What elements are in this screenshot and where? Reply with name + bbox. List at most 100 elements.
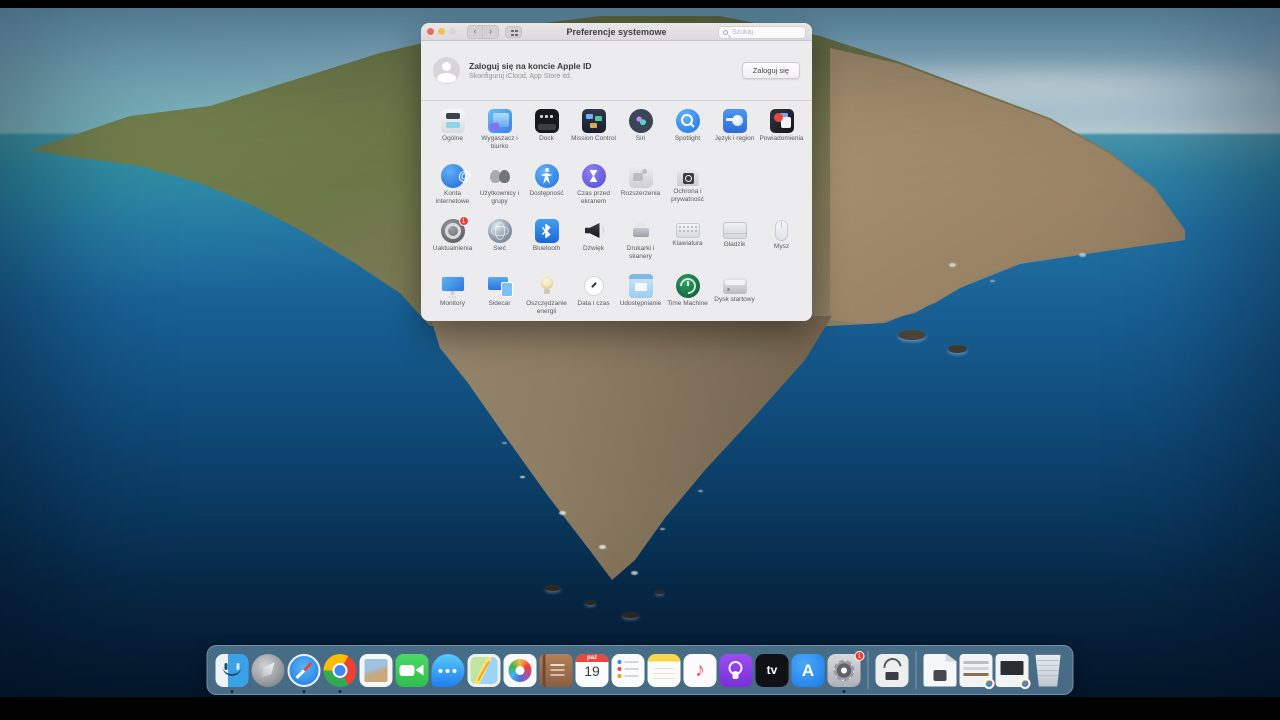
pref-item-notifications[interactable]: Powiadomienia bbox=[758, 109, 805, 159]
pref-item-mission[interactable]: Mission Control bbox=[570, 109, 617, 159]
pref-item-sound[interactable]: Dźwięk bbox=[570, 219, 617, 269]
dock-item-notes[interactable] bbox=[647, 653, 681, 687]
search-field[interactable] bbox=[718, 25, 806, 39]
dock-item-facetime[interactable] bbox=[395, 653, 429, 687]
tv-icon bbox=[755, 653, 789, 687]
pref-item-internet[interactable]: Konta internetowe bbox=[429, 164, 477, 214]
pref-item-network[interactable]: Sieć bbox=[476, 219, 523, 269]
dock-item-tv[interactable] bbox=[755, 653, 789, 687]
pref-item-bluetooth[interactable]: Bluetooth bbox=[523, 219, 570, 269]
dock-item-safari[interactable] bbox=[287, 653, 321, 693]
pref-item-language[interactable]: Język i region bbox=[711, 109, 758, 159]
sign-in-button[interactable]: Zaloguj się bbox=[741, 62, 800, 79]
pref-label: Dostępność bbox=[529, 190, 564, 197]
pref-label: Spotlight bbox=[674, 135, 701, 142]
islet bbox=[585, 600, 596, 605]
pref-item-keyboard[interactable]: Klawiatura bbox=[664, 219, 711, 269]
pref-label: Monitory bbox=[440, 300, 465, 307]
pref-item-security[interactable]: Ochrona i prywatność bbox=[664, 164, 711, 214]
pref-item-dock[interactable]: Dock bbox=[523, 109, 570, 159]
pref-item-displays[interactable]: Monitory bbox=[429, 274, 476, 324]
titlebar[interactable]: ‹ › Preferencje systemowe bbox=[421, 23, 812, 41]
zoom-button[interactable] bbox=[449, 28, 456, 35]
dock-item-messages[interactable] bbox=[431, 653, 465, 687]
surf-foam bbox=[520, 476, 525, 478]
timemachine-icon bbox=[675, 274, 700, 298]
pref-label: Mysz bbox=[773, 243, 790, 250]
dock-icon bbox=[534, 109, 559, 133]
dock-item-chrome[interactable] bbox=[323, 653, 357, 693]
pref-item-extensions[interactable]: Rozszerzenia bbox=[617, 164, 664, 214]
dock-item-hwtool[interactable] bbox=[875, 653, 909, 687]
displays-icon bbox=[441, 274, 465, 298]
grid-icon bbox=[511, 29, 514, 32]
calendar-day: 19 bbox=[584, 662, 600, 679]
dock-item-launchpad[interactable] bbox=[251, 653, 285, 687]
pref-item-trackpad[interactable]: Gładzik bbox=[711, 219, 758, 269]
search-input[interactable] bbox=[730, 27, 801, 37]
general-icon bbox=[440, 109, 465, 133]
dock-item-photos[interactable] bbox=[503, 653, 537, 687]
pref-item-sharing[interactable]: Udostępnianie bbox=[617, 274, 664, 324]
letterbox-top bbox=[0, 0, 1280, 8]
dock-item-trash[interactable] bbox=[1032, 654, 1065, 687]
dock-item-chromewin1[interactable] bbox=[959, 653, 995, 689]
dock-item-sysprefs[interactable]: 1 bbox=[827, 650, 865, 693]
dock-item-calendar[interactable]: paź 19 bbox=[575, 653, 609, 687]
pref-item-datetime[interactable]: Data i czas bbox=[570, 274, 617, 324]
dock-item-maps[interactable] bbox=[467, 653, 501, 687]
dock-item-chromewin2[interactable] bbox=[995, 653, 1031, 689]
dock-item-document[interactable] bbox=[923, 653, 957, 687]
dock-item-appstore[interactable] bbox=[791, 653, 825, 687]
dock-item-reminders[interactable] bbox=[611, 653, 645, 687]
pref-label: Sieć bbox=[493, 245, 506, 252]
dock-item-music[interactable] bbox=[683, 653, 717, 687]
search-icon bbox=[723, 29, 728, 35]
pref-label: Ochrona i prywatność bbox=[671, 188, 704, 203]
system-preferences-window: ‹ › Preferencje systemowe Zaloguj się na… bbox=[421, 23, 812, 321]
pref-row: Konta internetowe Użytkownicy i grupy Dost… bbox=[429, 159, 812, 214]
pref-item-siri[interactable]: Siri bbox=[617, 109, 664, 159]
pref-label: Udostępnianie bbox=[619, 300, 662, 307]
pref-row: Ogólne Wygaszacz i biurko Dock Mission Cont… bbox=[429, 104, 812, 159]
close-button[interactable] bbox=[427, 28, 434, 35]
pref-item-printers[interactable]: Drukarki i skanery bbox=[617, 219, 664, 269]
datetime-icon bbox=[582, 274, 606, 298]
back-button[interactable]: ‹ bbox=[468, 25, 483, 38]
pref-label: Time Machine bbox=[667, 300, 708, 307]
pref-label: Klawiatura bbox=[672, 240, 703, 247]
bluetooth-icon bbox=[534, 219, 559, 243]
show-all-grid-button[interactable] bbox=[505, 25, 522, 38]
pref-item-users[interactable]: Użytkownicy i grupy bbox=[476, 164, 523, 214]
notification-badge: 1 bbox=[458, 216, 469, 226]
mission-icon bbox=[581, 109, 606, 133]
messages-icon bbox=[431, 653, 465, 687]
pref-label: Powiadomienia bbox=[759, 135, 804, 142]
pref-item-sidecar[interactable]: Sidecar bbox=[476, 274, 523, 324]
extensions-icon bbox=[628, 164, 653, 188]
apple-id-section: Zaloguj się na koncie Apple ID Skonfigur… bbox=[421, 41, 812, 100]
forward-button[interactable]: › bbox=[483, 25, 498, 38]
pref-item-timemachine[interactable]: Time Machine bbox=[664, 274, 711, 324]
pref-item-startup[interactable]: Dysk startowy bbox=[711, 274, 758, 324]
siri-icon bbox=[628, 109, 653, 133]
pref-item-screentime[interactable]: Czas przed ekranem bbox=[570, 164, 617, 214]
pref-item-spotlight[interactable]: Spotlight bbox=[664, 109, 711, 159]
pref-item-accessibility[interactable]: Dostępność bbox=[523, 164, 570, 214]
dock-item-preview[interactable] bbox=[359, 653, 393, 687]
energy-icon bbox=[535, 274, 559, 298]
dock-item-finder[interactable] bbox=[215, 653, 249, 693]
pref-item-desktop[interactable]: Wygaszacz i biurko bbox=[476, 109, 523, 159]
pref-label: Rozszerzenia bbox=[620, 190, 661, 197]
minimize-button[interactable] bbox=[438, 28, 445, 35]
printers-icon bbox=[629, 219, 653, 243]
dock-item-podcasts[interactable] bbox=[719, 653, 753, 687]
pref-item-update[interactable]: 1 Uaktualnienia bbox=[429, 216, 476, 269]
calendar-icon: paź 19 bbox=[575, 653, 609, 687]
pref-item-energy[interactable]: Oszczędzanie energii bbox=[523, 274, 570, 324]
dock-item-contacts[interactable] bbox=[539, 653, 573, 687]
pref-label: Drukarki i skanery bbox=[626, 245, 655, 260]
pref-item-mouse[interactable]: Mysz bbox=[758, 219, 805, 269]
screentime-icon bbox=[581, 164, 606, 188]
pref-item-general[interactable]: Ogólne bbox=[429, 109, 476, 159]
